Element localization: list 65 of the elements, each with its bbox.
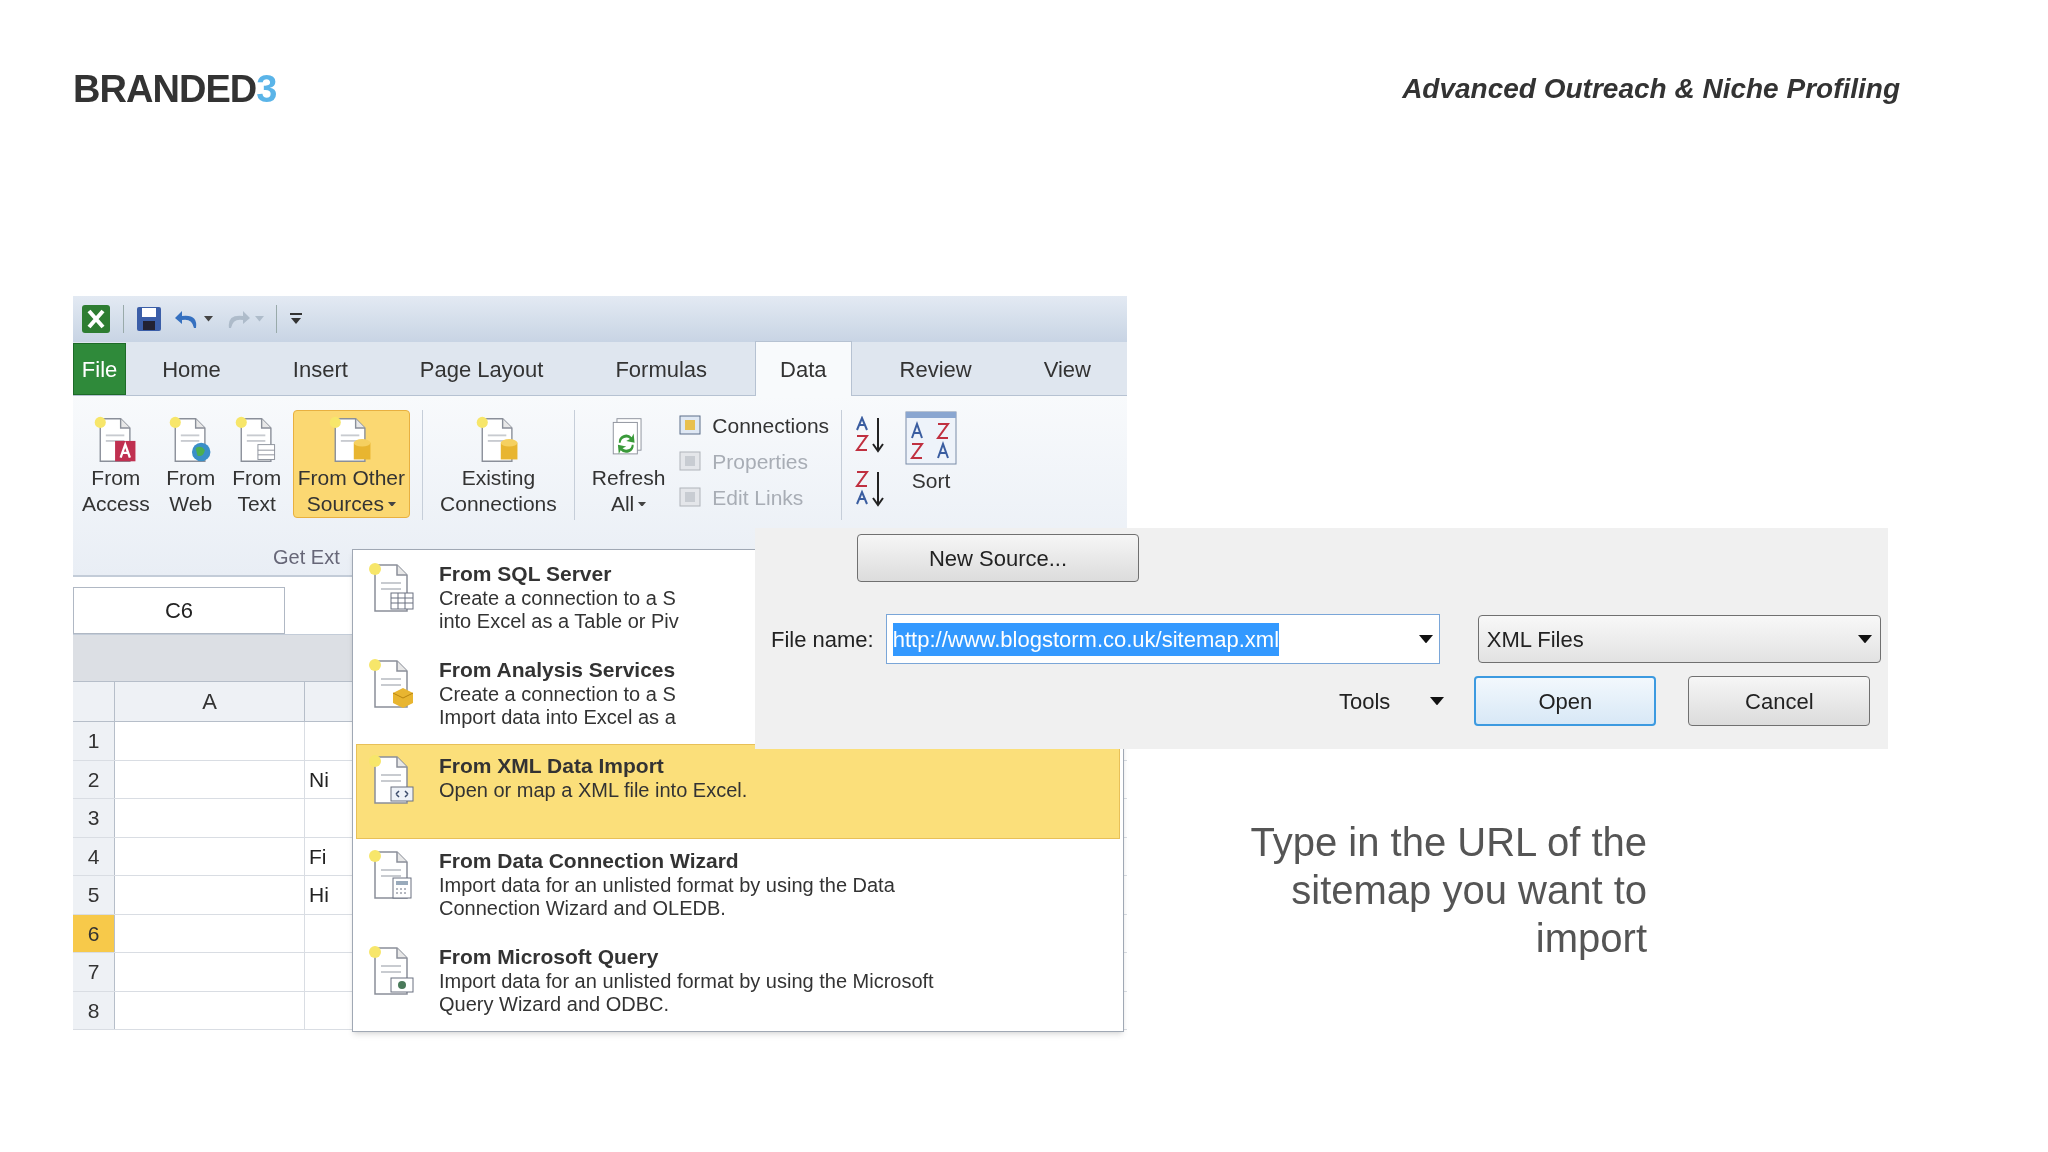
ribbon-button[interactable]: Existing Connections <box>435 410 562 518</box>
ribbon-button[interactable]: From Web <box>160 410 221 518</box>
new-source-button[interactable]: New Source... <box>857 534 1139 582</box>
menu-item-description: Open or map a XML file into Excel. <box>439 778 748 802</box>
save-icon[interactable] <box>136 306 162 332</box>
tools-button[interactable]: Tools <box>1331 676 1453 726</box>
menu-item-description: Import data into Excel as a <box>439 705 676 729</box>
menu-item-description: Query Wizard and ODBC. <box>439 993 671 1017</box>
ribbon-small-button[interactable]: Connections <box>678 412 830 440</box>
table-cell-text: Hi <box>309 882 329 908</box>
ribbon-button[interactable]: From Other Sources <box>292 410 411 518</box>
menu-item-description: into Excel as a Table or Piv <box>439 610 679 633</box>
menu-item-title: From XML Data Import <box>439 752 665 779</box>
xml-document-icon <box>367 752 417 807</box>
file-name-label: File name: <box>771 625 874 654</box>
menu-item-title: From Microsoft Query <box>439 944 660 971</box>
table-cell-text: Ni <box>309 766 329 793</box>
ribbon-button[interactable]: Refresh All <box>586 410 671 518</box>
dropdown-arrow-icon <box>1418 634 1433 644</box>
menu-item-title: From Analysis Services <box>439 656 676 683</box>
ribbon-tab[interactable]: Formulas <box>591 343 732 395</box>
ribbon-tab[interactable]: Data <box>755 341 852 396</box>
ribbon-tab[interactable]: Home <box>138 343 245 395</box>
ribbon-button[interactable]: From Access <box>77 410 155 518</box>
dropdown-arrow-icon <box>1857 634 1872 644</box>
column-header[interactable]: A <box>115 682 305 721</box>
caret-icon <box>204 316 213 322</box>
cancel-button[interactable]: Cancel <box>1688 676 1871 726</box>
menu-item-description: Create a connection to a S <box>439 682 676 706</box>
group-label: Get Ext <box>273 546 340 568</box>
row-header[interactable]: 8 <box>73 991 115 1029</box>
table-document-icon <box>367 561 417 615</box>
menu-item[interactable]: From Data Connection Wizard Import data for an unlisted format by using the Data Connection Wizard and OLEDB. <box>356 839 1120 936</box>
caret-icon <box>255 316 264 322</box>
open-button[interactable]: Open <box>1474 676 1657 726</box>
menu-item[interactable]: From Microsoft Query Import data for an unlisted format by using the Microsoft Query Wizard and ODBC. <box>356 935 1120 1031</box>
ribbon-tab[interactable]: File <box>73 343 127 395</box>
ribbon-button[interactable]: From Text <box>226 410 287 518</box>
menu-item-title: From Data Connection Wizard <box>439 848 740 875</box>
row-header[interactable]: 5 <box>73 876 115 914</box>
caret-icon <box>1430 696 1445 706</box>
menu-item-description: Import data for an unlisted format by using the Data <box>439 874 895 898</box>
row-header[interactable]: 7 <box>73 953 115 991</box>
row-header[interactable]: 2 <box>73 760 115 798</box>
row-header[interactable]: 4 <box>73 837 115 875</box>
menu-item-description: Import data for an unlisted format by using the Microsoft <box>439 970 934 994</box>
ribbon-tab[interactable]: Page Layout <box>395 343 568 395</box>
table-cell-text: Fi <box>309 843 327 870</box>
ribbon-tab[interactable]: Insert <box>268 343 372 395</box>
customize-toolbar-icon[interactable] <box>289 312 303 326</box>
row-header[interactable]: 6 <box>73 914 115 952</box>
menu-item-description: Create a connection to a S <box>439 587 677 610</box>
row-header[interactable]: 1 <box>73 722 115 760</box>
caption-text: Type in the URL of the sitemap you want to import <box>1249 819 1647 962</box>
ribbon-tab[interactable]: Review <box>875 343 996 395</box>
menu-item-description: Connection Wizard and OLEDB. <box>439 897 727 921</box>
row-header[interactable]: 3 <box>73 799 115 837</box>
menu-item-title: From SQL Server <box>439 561 613 587</box>
menu-item[interactable]: From XML Data Import Open or map a XML file into Excel. <box>356 743 1120 840</box>
spreadsheet-app-icon[interactable] <box>81 304 111 334</box>
tagline: Advanced Outreach & Niche Profiling <box>1402 72 1900 106</box>
name-box[interactable]: C6 <box>73 587 285 634</box>
brand-logo: BRANDED3 <box>73 70 277 108</box>
ribbon-tab[interactable]: View <box>1019 343 1115 395</box>
file-type-select[interactable]: XML Files <box>1477 615 1881 663</box>
